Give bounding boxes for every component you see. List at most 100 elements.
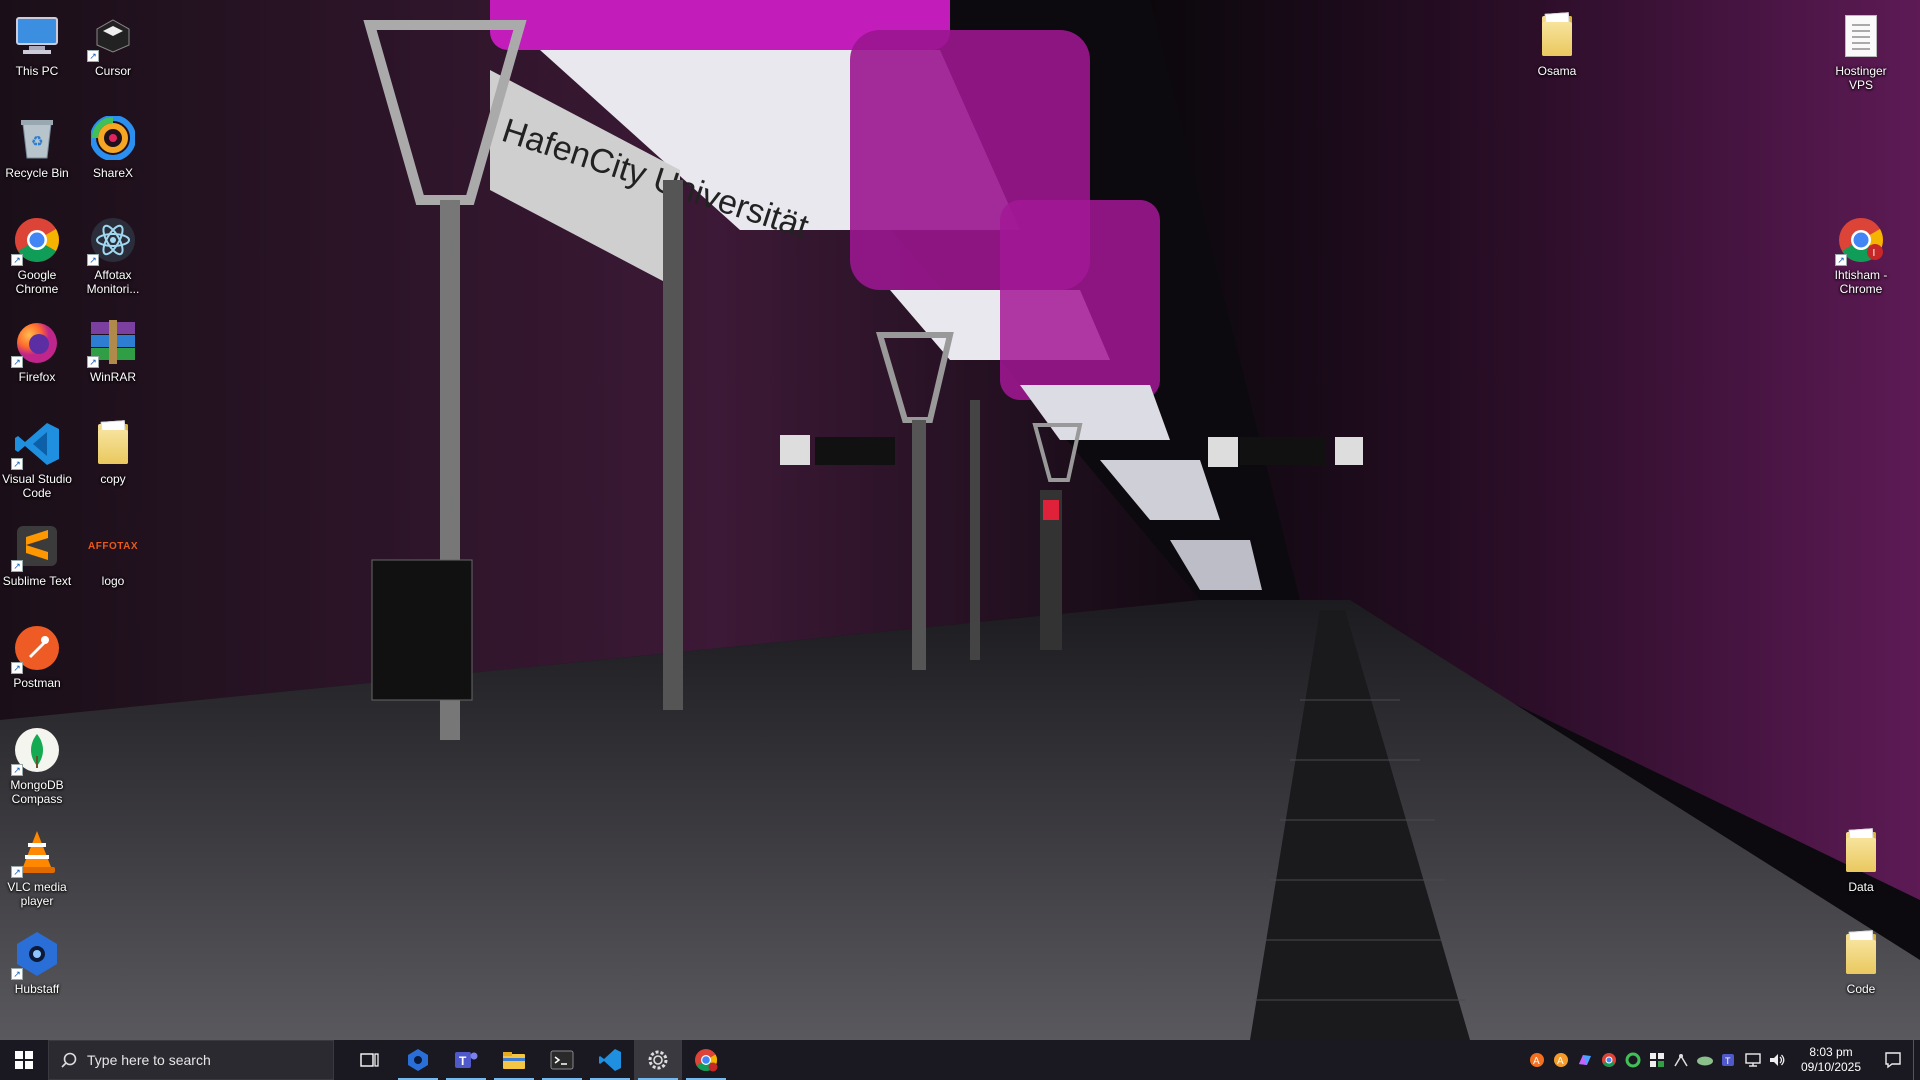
desktop-icon-label: Data [1848,880,1874,894]
folder-icon [1837,828,1885,876]
taskbar-app-teams[interactable]: T [442,1040,490,1080]
desktop-icon-cursor[interactable]: ↗ Cursor [74,6,152,92]
file-explorer-icon [503,1052,525,1069]
network-sync-icon[interactable] [1669,1040,1693,1080]
desktop-icon-label: Affotax Monitori... [86,268,140,296]
svg-text:A: A [1533,1056,1540,1067]
desktop-icon-label: Osama [1537,64,1577,78]
chrome-profile-icon: I ↗ [1835,216,1885,266]
desktop-icon-label: logo [101,574,125,588]
network-icon[interactable] [1741,1040,1765,1080]
sublime-icon: ↗ [11,522,61,572]
show-desktop-button[interactable] [1913,1040,1920,1080]
system-tray: A A T 8:03 pm 09/10/2025 [1525,1040,1920,1080]
task-view-icon [360,1053,379,1067]
computer-icon [13,12,61,60]
taskbar-app-chrome[interactable] [682,1040,730,1080]
desktop-icon-hostinger[interactable]: Hostinger VPS [1822,6,1900,92]
clock-time: 8:03 pm [1809,1045,1853,1059]
vscode-icon: ↗ [11,420,61,470]
desktop-icon-postman[interactable]: ↗ Postman [0,618,76,704]
desktop-icon-ihtisham-chrome[interactable]: I ↗ Ihtisham - Chrome [1822,210,1900,296]
cursor-app-icon: ↗ [87,12,137,62]
sharex-tray-icon[interactable] [1621,1040,1645,1080]
desktop-icon-label: Hostinger VPS [1835,64,1887,92]
desktop-icon-label: WinRAR [89,370,136,384]
taskbar-clock[interactable]: 8:03 pm 09/10/2025 [1789,1045,1873,1075]
copilot-icon[interactable] [1573,1040,1597,1080]
notification-center-button[interactable] [1873,1040,1913,1080]
avast-icon[interactable]: A [1525,1040,1549,1080]
postman-icon: ↗ [11,624,61,674]
desktop-icon-recycle-bin[interactable]: ♻ Recycle Bin [0,108,76,194]
desktop-icon-label: ShareX [92,166,134,180]
desktop-icon-winrar[interactable]: ↗ WinRAR [74,312,152,398]
recycle-bin-icon: ♻ [13,114,61,162]
teams-tray-icon[interactable]: T [1717,1040,1741,1080]
windows-logo-icon [15,1051,33,1069]
svg-text:A: A [1557,1056,1564,1067]
desktop-icon-label: Google Chrome [15,268,59,296]
desktop-icon-this-pc[interactable]: This PC [0,6,76,92]
folder-icon [89,420,137,468]
desktop-icon-vlc[interactable]: ↗ VLC media player [0,822,76,908]
taskbar-app-hubstaff[interactable] [394,1040,442,1080]
desktop-icon-osama[interactable]: Osama [1518,6,1596,92]
desktop-wallpaper: HafenCity Universität [0,0,1920,1040]
desktop-icon-label: Sublime Text [2,574,72,588]
desktop-icon-google-chrome[interactable]: ↗ Google Chrome [0,210,76,296]
affotax-logo-icon: AFFOTAX [88,522,138,570]
desktop-icon-label: Visual Studio Code [2,472,72,500]
desktop-icon-sublime[interactable]: ↗ Sublime Text [0,516,76,602]
svg-text:T: T [1725,1056,1731,1066]
mongodb-leaf-icon: ↗ [11,726,61,776]
desktop-icon-code[interactable]: Code [1822,924,1900,1010]
hubstaff-icon [408,1049,428,1071]
vscode-icon [599,1049,621,1071]
notification-icon [1885,1052,1901,1069]
desktop-icon-label: Hubstaff [14,982,60,996]
desktop-icon-firefox[interactable]: ↗ Firefox [0,312,76,398]
search-icon [61,1052,77,1068]
sharex-icon [89,114,137,162]
chrome-icon: ↗ [11,216,61,266]
desktop-icon-label: MongoDB Compass [10,778,64,806]
volume-icon[interactable] [1765,1040,1789,1080]
svg-text:I: I [1873,248,1876,259]
desktop-icon-label: Ihtisham - Chrome [1834,268,1888,296]
teams-icon: T [455,1052,478,1068]
chrome-tray-icon[interactable] [1597,1040,1621,1080]
onedrive-icon[interactable] [1693,1040,1717,1080]
taskbar-app-vscode[interactable] [586,1040,634,1080]
desktop-icon-affotax-monitor[interactable]: ↗ Affotax Monitori... [74,210,152,296]
winrar-icon: ↗ [87,318,137,368]
taskbar-search-box[interactable]: Type here to search [48,1040,334,1080]
desktop-icon-label: Recycle Bin [5,166,69,180]
atom-icon: ↗ [87,216,137,266]
task-view-button[interactable] [346,1040,394,1080]
vlc-cone-icon: ↗ [11,828,61,878]
folder-icon [1533,12,1581,60]
taskbar-app-file-explorer[interactable] [490,1040,538,1080]
taskbar-app-terminal[interactable] [538,1040,586,1080]
text-document-icon [1837,12,1885,60]
desktop-icon-sharex[interactable]: ShareX [74,108,152,194]
desktop-icon-label: copy [100,472,126,486]
desktop-icon-mongodb[interactable]: ↗ MongoDB Compass [0,720,76,806]
affotax-logo-text: AFFOTAX [88,540,138,552]
security-icon[interactable] [1645,1040,1669,1080]
svg-text:T: T [459,1054,467,1068]
desktop-icon-label: Code [1846,982,1876,996]
desktop-icon-logo[interactable]: AFFOTAX logo [74,516,152,602]
desktop-icon-label: VLC media player [7,880,67,908]
firefox-icon: ↗ [11,318,61,368]
start-button[interactable] [0,1040,48,1080]
desktop-icon-hubstaff[interactable]: ↗ Hubstaff [0,924,76,1010]
desktop-icon-copy[interactable]: copy [74,414,152,500]
desktop-icon-data[interactable]: Data [1822,822,1900,908]
clock-date: 09/10/2025 [1800,1060,1862,1074]
taskbar-app-settings[interactable] [634,1040,682,1080]
desktop-icon-vscode[interactable]: ↗ Visual Studio Code [0,414,76,500]
taskbar: Type here to search T A A T 8:03 pm 09/1… [0,1040,1920,1080]
avast-2-icon[interactable]: A [1549,1040,1573,1080]
